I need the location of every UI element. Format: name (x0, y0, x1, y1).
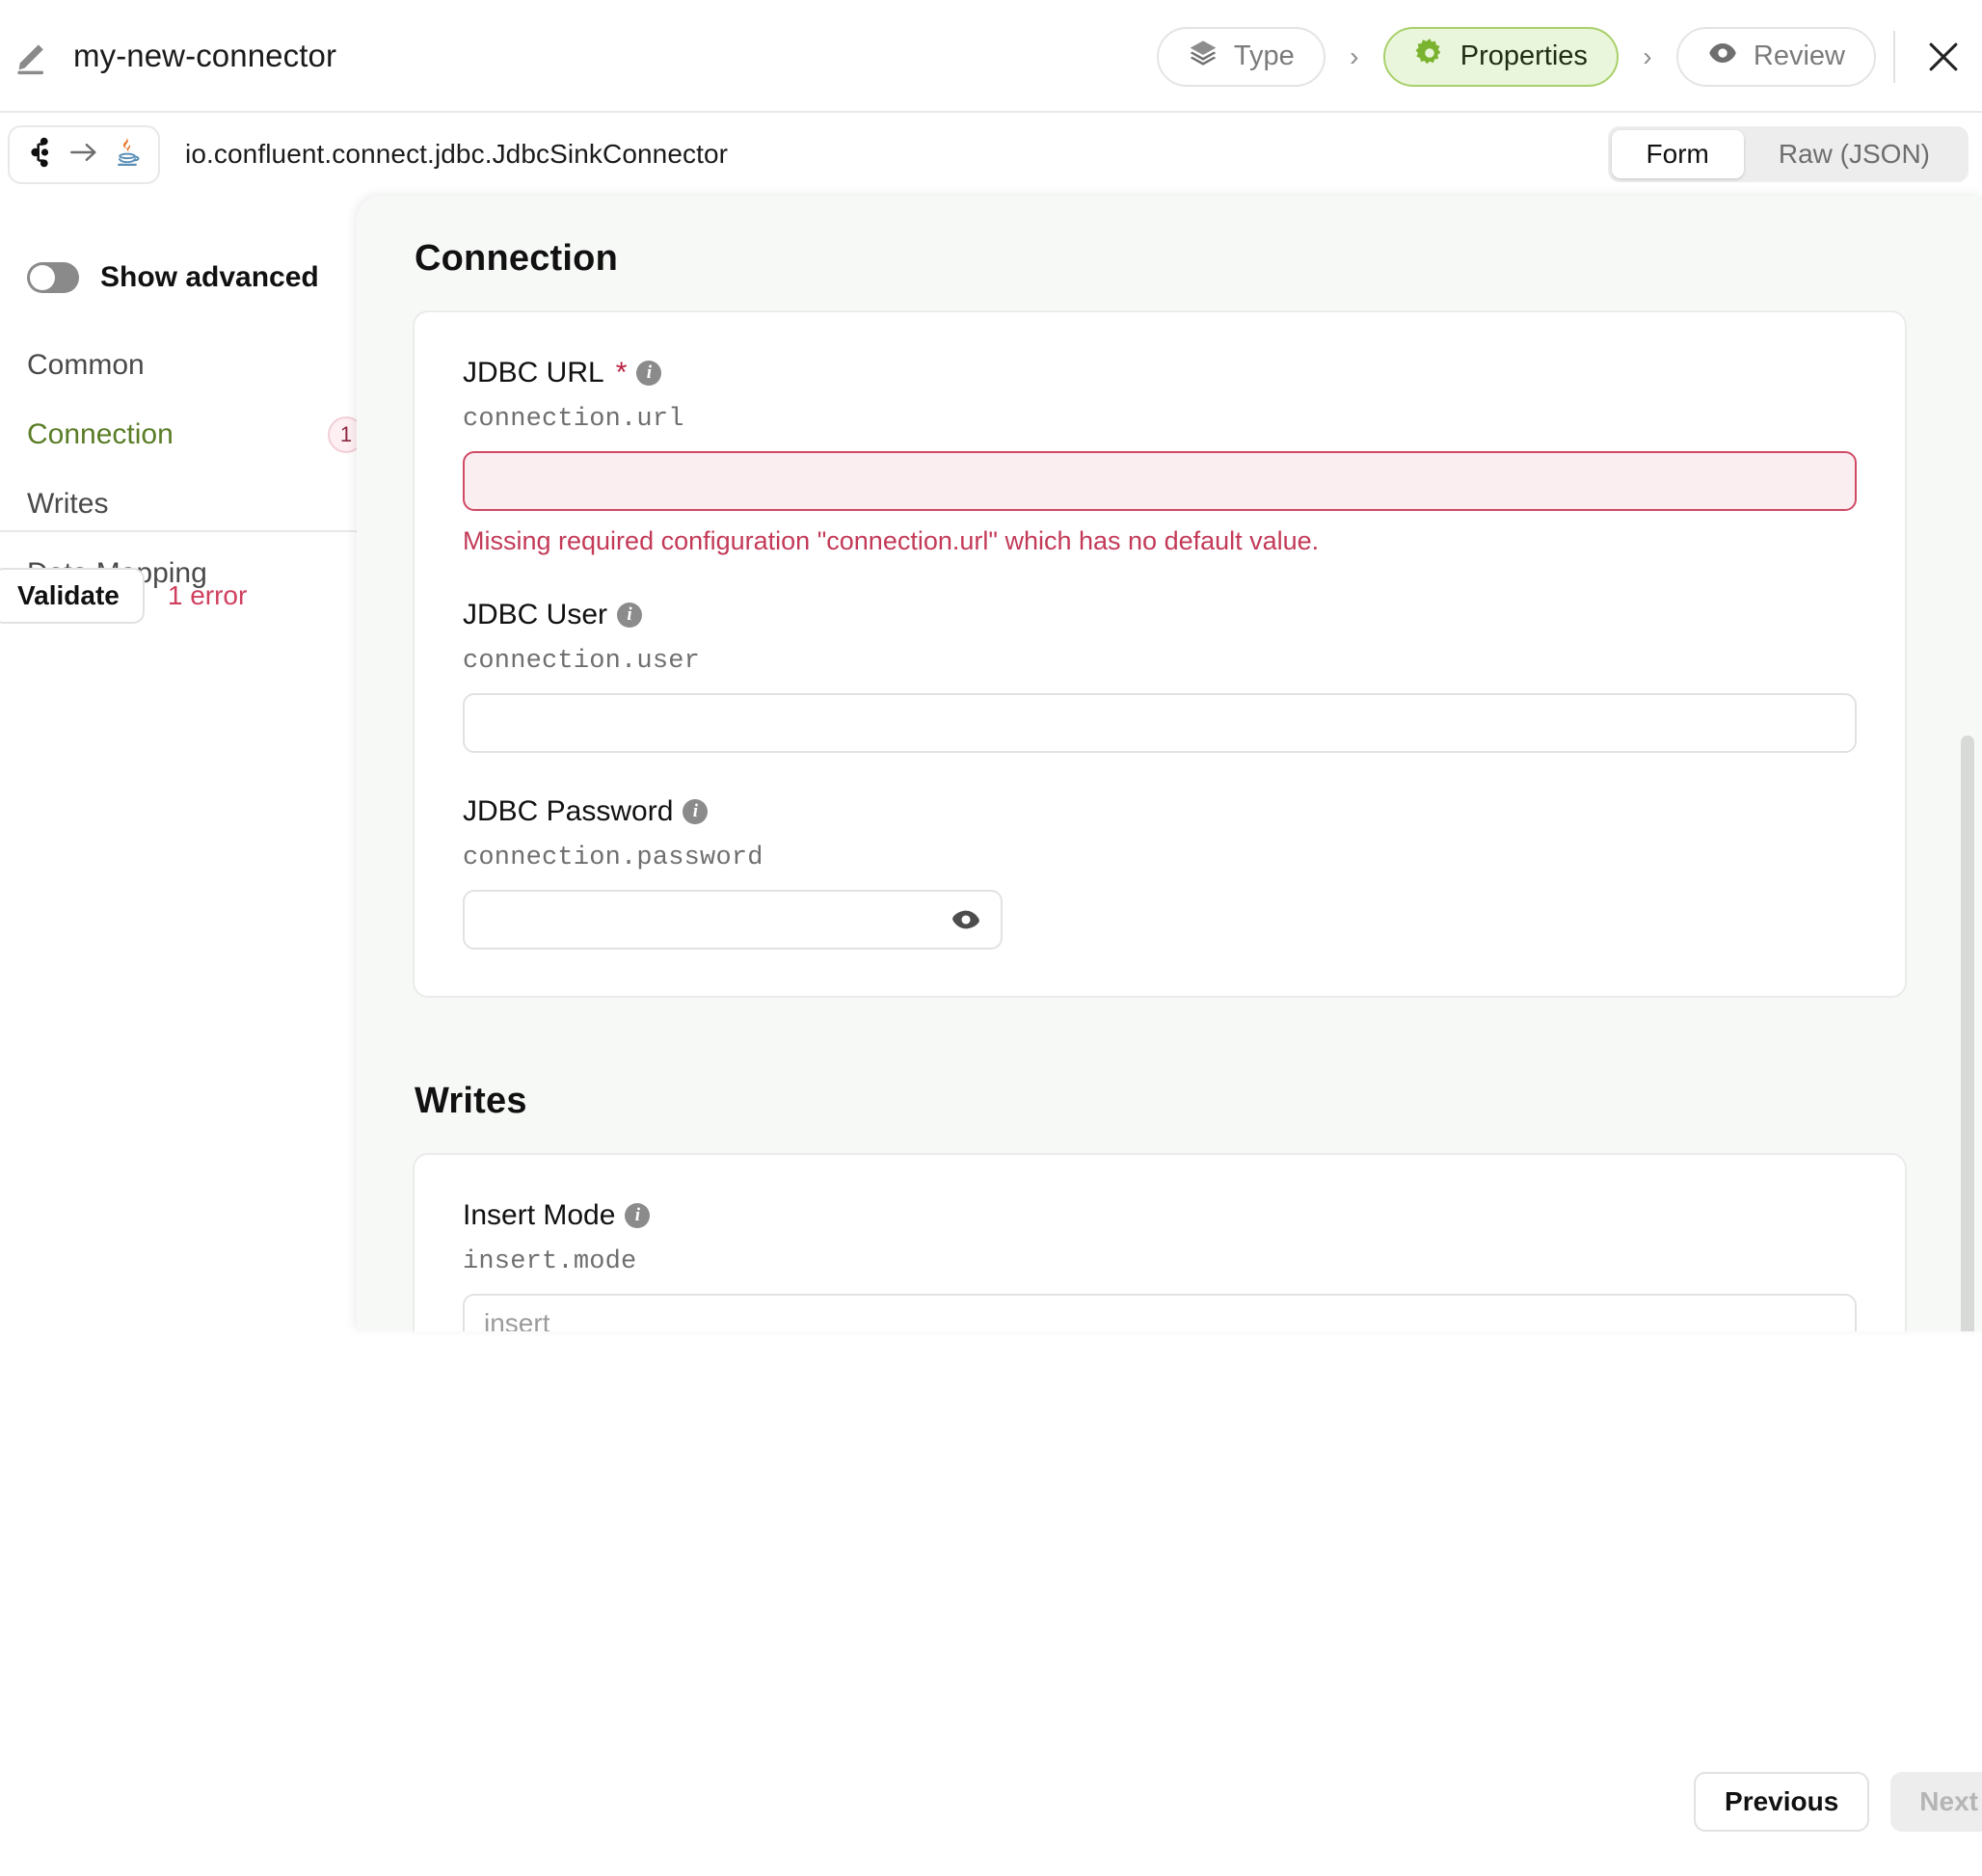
info-icon[interactable]: i (625, 1203, 651, 1228)
field-label: JDBC User i (463, 599, 1857, 631)
toggle-knob (30, 265, 55, 290)
field-connection-user: JDBC User i connection.user (463, 599, 1857, 753)
panel-scrollbar[interactable] (1961, 736, 1974, 1331)
field-key: connection.password (463, 844, 763, 872)
properties-panel: Connection JDBC URL * i connection.url M… (357, 196, 1982, 1331)
show-advanced-label: Show advanced (100, 261, 319, 293)
required-marker: * (615, 357, 628, 389)
step-review[interactable]: Review (1675, 26, 1876, 87)
section-title-writes: Writes (415, 1081, 527, 1121)
field-connection-url: JDBC URL * i connection.url Missing requ… (463, 357, 1857, 556)
connector-type-chip (8, 124, 160, 184)
field-connection-password: JDBC Password i connection.password (463, 795, 1857, 950)
validate-button[interactable]: Validate (0, 568, 145, 624)
section-title-connection: Connection (415, 238, 618, 279)
password-input-wrapper (463, 890, 1003, 950)
gear-icon (1414, 38, 1445, 76)
step-type[interactable]: Type (1156, 26, 1326, 87)
field-label: JDBC URL * i (463, 357, 1857, 389)
field-label: Insert Mode i (463, 1199, 1857, 1232)
view-mode-form[interactable]: Form (1611, 130, 1744, 178)
field-label-text: JDBC URL (463, 357, 604, 389)
error-summary: 1 error (167, 580, 248, 610)
connector-title-group: my-new-connector (0, 37, 336, 75)
field-label: JDBC Password i (463, 795, 1857, 828)
field-insert-mode: Insert Mode i insert.mode (463, 1199, 1857, 1331)
close-icon[interactable] (1918, 32, 1969, 82)
header-divider (1893, 30, 1895, 83)
show-advanced-toggle[interactable] (27, 262, 79, 293)
validate-row: Validate 1 error (0, 568, 247, 624)
pencil-icon[interactable] (13, 37, 52, 75)
sidebar-item-label: Common (27, 349, 145, 381)
view-mode-toggle: Form Raw (JSON) (1607, 126, 1969, 182)
info-icon[interactable]: i (636, 361, 662, 386)
insert-mode-input[interactable] (463, 1294, 1857, 1331)
info-icon[interactable]: i (617, 603, 643, 628)
page-title: my-new-connector (73, 37, 337, 73)
info-icon[interactable]: i (683, 799, 709, 824)
field-key: connection.user (463, 647, 701, 676)
sub-header: io.confluent.connect.jdbc.JdbcSinkConnec… (0, 113, 1982, 196)
eye-icon (1707, 38, 1738, 76)
field-error-message: Missing required configuration "connecti… (463, 526, 1320, 555)
step-separator-2: › (1643, 40, 1652, 71)
field-label-text: JDBC Password (463, 795, 674, 827)
sidebar-item-label: Connection (27, 418, 174, 450)
connection-user-input[interactable] (463, 693, 1857, 753)
layers-icon (1188, 38, 1219, 76)
sidebar-item-label: Writes (27, 488, 109, 520)
connection-password-input[interactable] (463, 890, 1003, 950)
step-type-label: Type (1233, 40, 1295, 71)
step-properties-label: Properties (1460, 40, 1588, 71)
step-properties[interactable]: Properties (1382, 26, 1619, 87)
top-bar: my-new-connector Type › Properties › Rev… (0, 0, 1982, 113)
kafka-icon (23, 135, 58, 174)
connector-class-name: io.confluent.connect.jdbc.JdbcSinkConnec… (185, 139, 729, 169)
java-icon (110, 135, 145, 174)
connection-url-input[interactable] (463, 451, 1857, 511)
connector-wizard: my-new-connector Type › Properties › Rev… (0, 0, 1982, 1876)
wizard-footer: Previous Next (0, 1727, 1982, 1876)
field-label-text: Insert Mode (463, 1199, 616, 1231)
next-button: Next (1890, 1771, 1982, 1832)
section-card-writes: Insert Mode i insert.mode (413, 1153, 1907, 1331)
arrow-right-icon (67, 136, 100, 174)
properties-panel-content: Connection JDBC URL * i connection.url M… (357, 196, 1982, 1331)
section-card-connection: JDBC URL * i connection.url Missing requ… (413, 310, 1907, 998)
step-separator-1: › (1350, 40, 1359, 71)
wizard-stepper: Type › Properties › Review (1156, 0, 1982, 113)
field-key: insert.mode (463, 1247, 637, 1276)
view-mode-raw-json[interactable]: Raw (JSON) (1744, 130, 1965, 178)
eye-icon[interactable] (951, 904, 981, 935)
step-review-label: Review (1753, 40, 1845, 71)
field-label-text: JDBC User (463, 599, 608, 630)
previous-button[interactable]: Previous (1694, 1771, 1870, 1832)
field-key: connection.url (463, 405, 684, 434)
